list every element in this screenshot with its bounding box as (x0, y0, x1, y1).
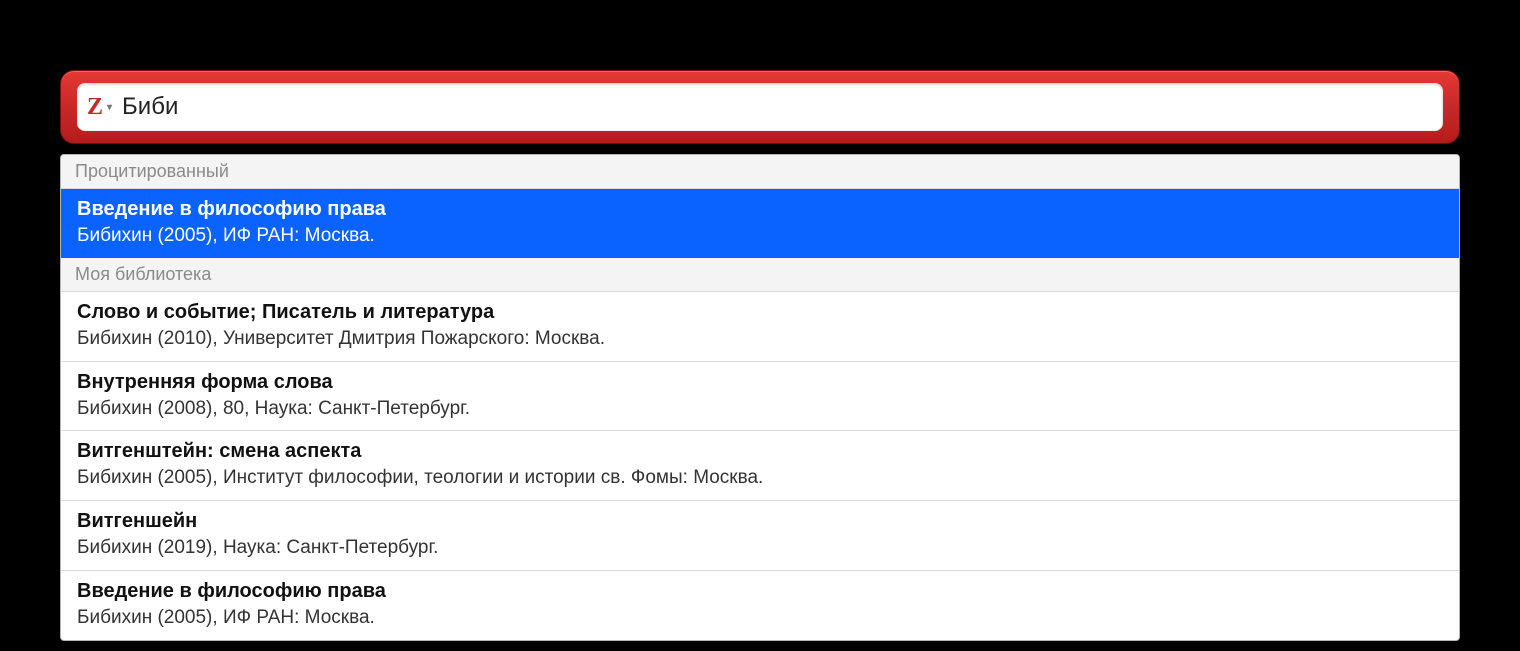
result-item[interactable]: Витгенштейн: смена аспектаБибихин (2005)… (61, 430, 1459, 500)
result-meta: Бибихин (2005), ИФ РАН: Москва. (77, 606, 1443, 630)
result-title: Витгенштейн: смена аспекта (77, 439, 1443, 464)
result-item[interactable]: ВитгеншейнБибихин (2019), Наука: Санкт-П… (61, 500, 1459, 570)
result-meta: Бибихин (2008), 80, Наука: Санкт-Петербу… (77, 397, 1443, 421)
search-input-wrap: Z ▾ (77, 83, 1443, 131)
search-input[interactable] (118, 93, 1433, 121)
dropdown-caret-icon: ▾ (107, 102, 112, 113)
result-meta: Бибихин (2005), Институт философии, теол… (77, 466, 1443, 490)
result-title: Внутренняя форма слова (77, 370, 1443, 395)
result-meta: Бибихин (2019), Наука: Санкт-Петербург. (77, 536, 1443, 560)
result-item[interactable]: Введение в философию праваБибихин (2005)… (61, 570, 1459, 640)
result-item[interactable]: Внутренняя форма словаБибихин (2008), 80… (61, 361, 1459, 431)
result-item[interactable]: Введение в философию праваБибихин (2005)… (61, 189, 1459, 258)
search-bar: Z ▾ (60, 70, 1460, 144)
section-header: Процитированный (61, 155, 1459, 189)
result-title: Витгеншейн (77, 509, 1443, 534)
zotero-z-icon: Z (87, 94, 103, 121)
zotero-source-button[interactable]: Z ▾ (87, 94, 118, 121)
citation-picker: Z ▾ ПроцитированныйВведение в философию … (60, 70, 1460, 641)
result-meta: Бибихин (2005), ИФ РАН: Москва. (77, 224, 1443, 248)
results-dropdown: ПроцитированныйВведение в философию прав… (60, 154, 1460, 641)
result-title: Введение в философию права (77, 579, 1443, 604)
result-meta: Бибихин (2010), Университет Дмитрия Пожа… (77, 327, 1443, 351)
result-item[interactable]: Слово и событие; Писатель и литератураБи… (61, 292, 1459, 361)
result-title: Введение в философию права (77, 197, 1443, 222)
section-header: Моя библиотека (61, 258, 1459, 292)
result-title: Слово и событие; Писатель и литература (77, 300, 1443, 325)
